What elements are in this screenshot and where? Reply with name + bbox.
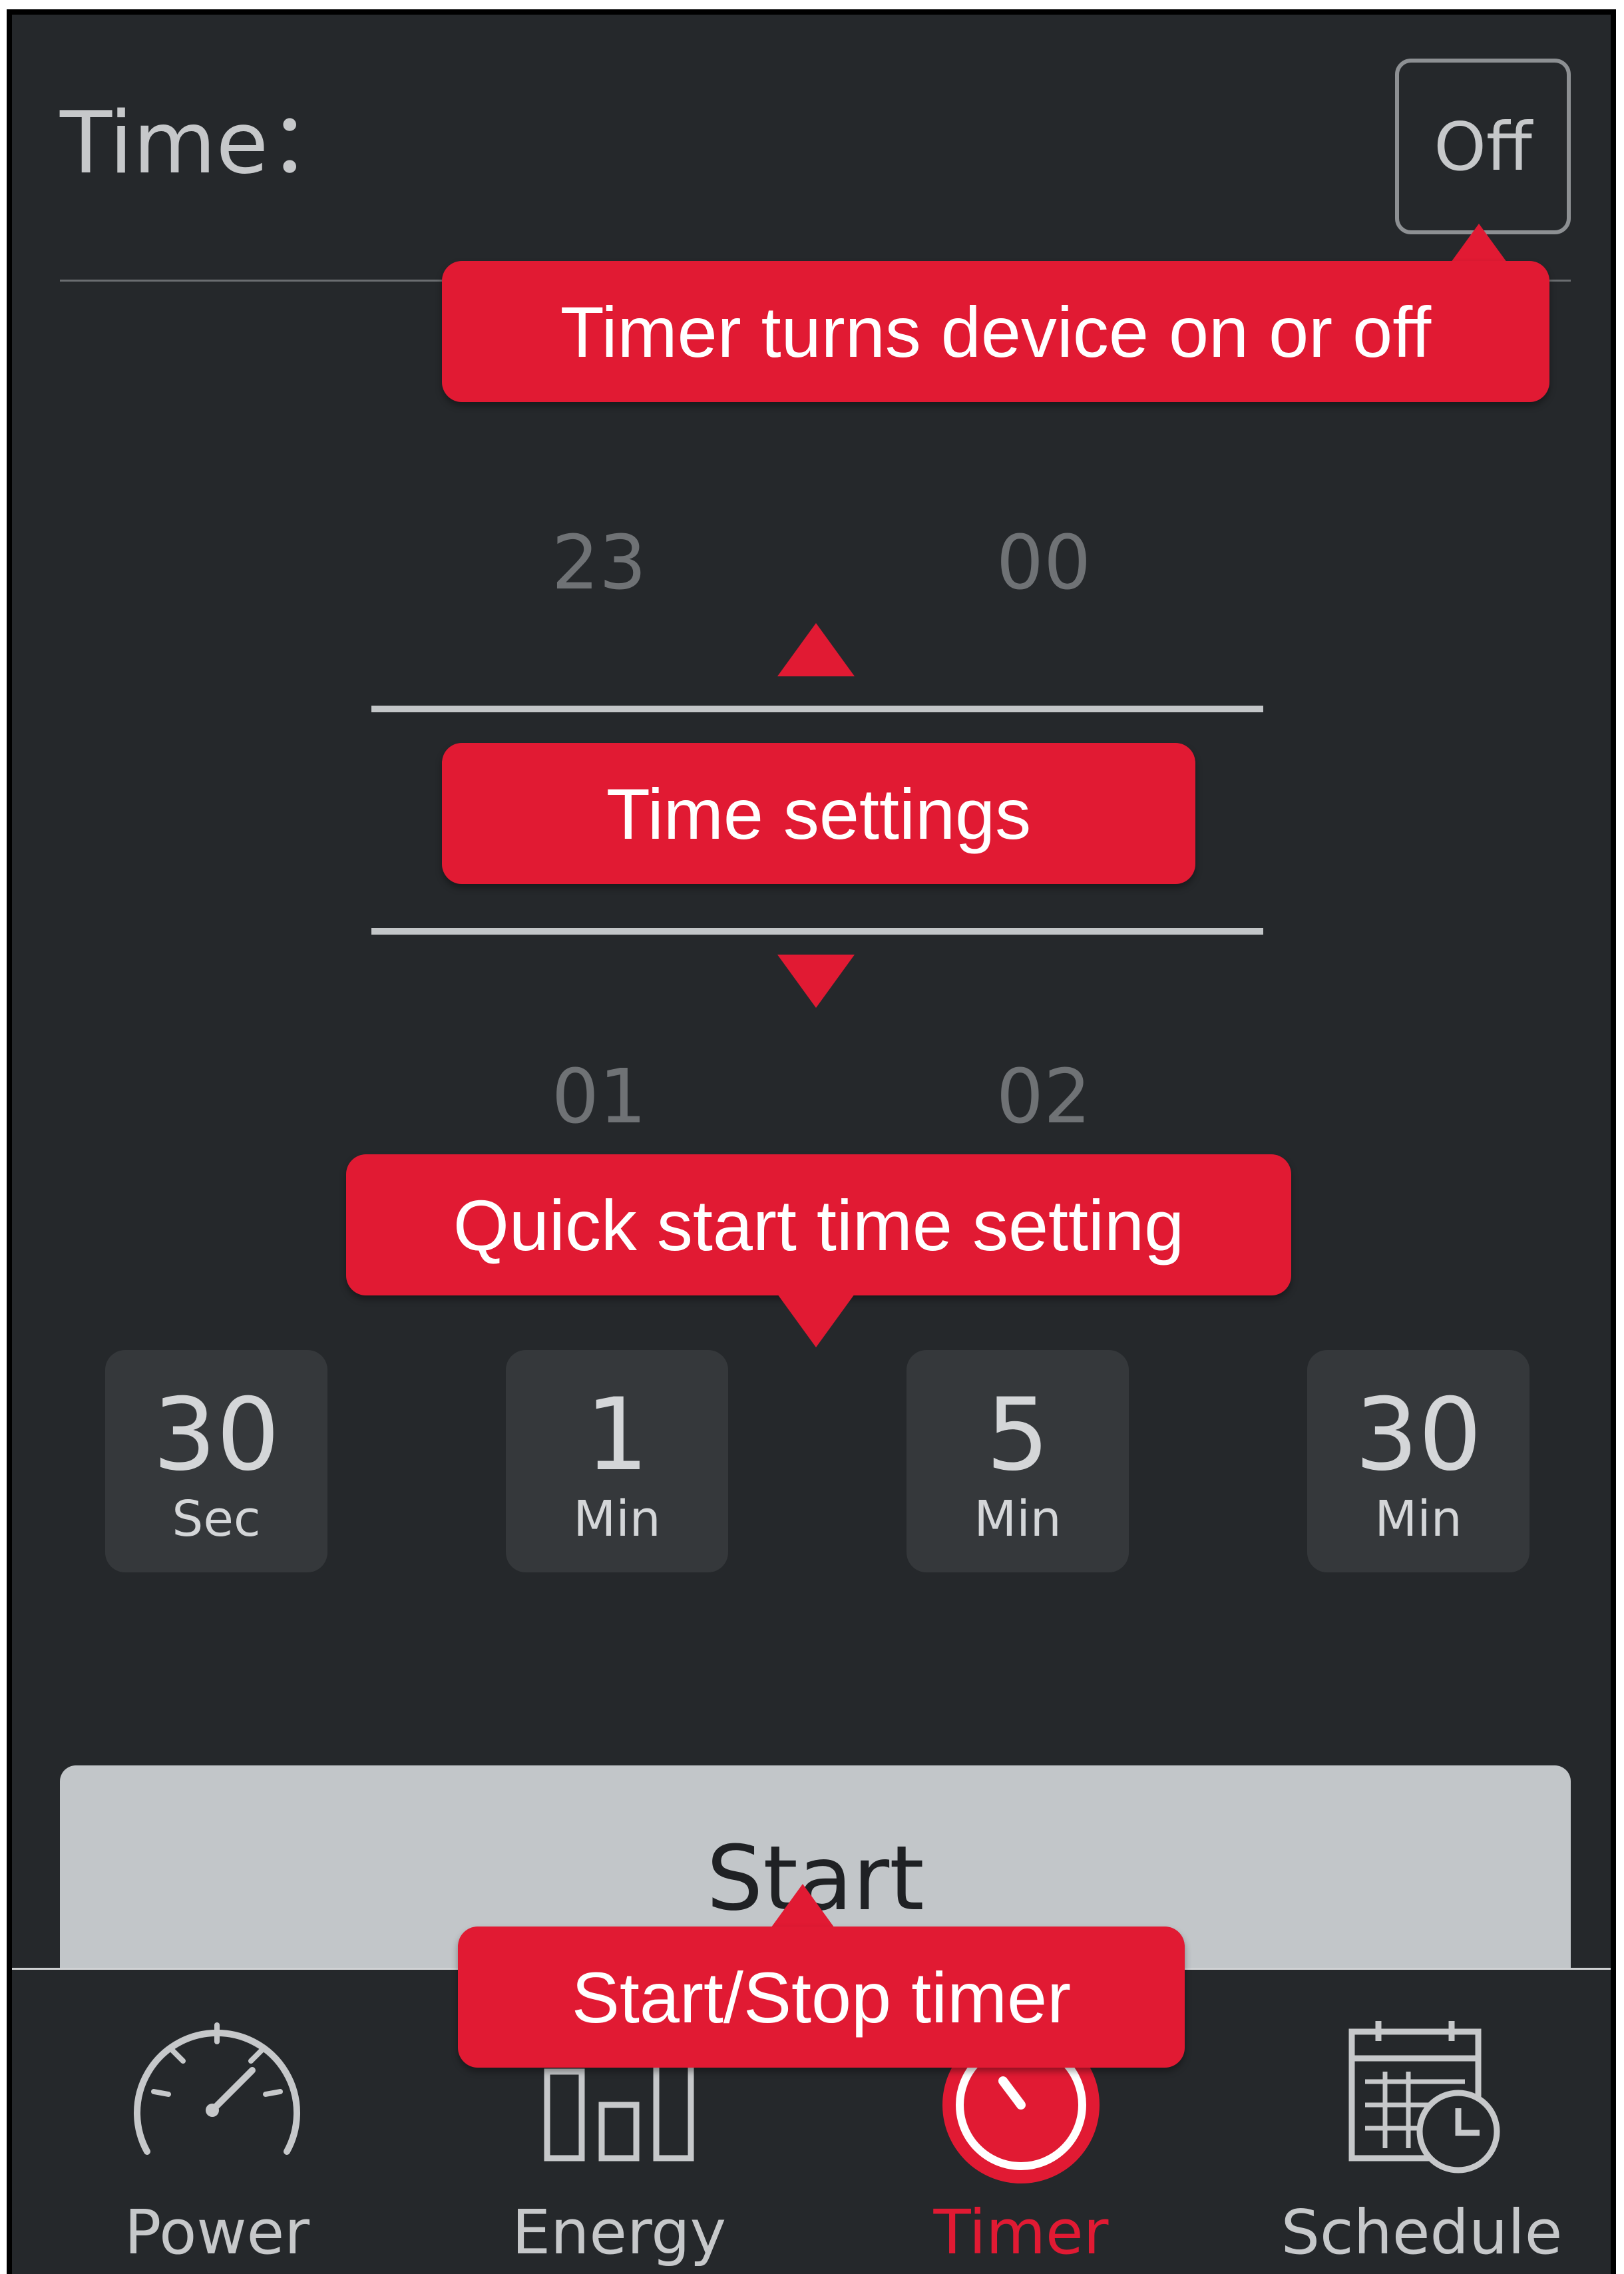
speedometer-icon — [134, 2022, 300, 2155]
quick-30-sec-button[interactable]: 30 Sec — [105, 1350, 327, 1572]
hour-above[interactable]: 23 — [512, 526, 686, 600]
quick-value: 30 — [152, 1377, 280, 1493]
quick-1-min-button[interactable]: 1 Min — [506, 1350, 728, 1572]
quick-unit: Sec — [172, 1490, 261, 1548]
callout-time-settings: Time settings — [442, 743, 1195, 884]
quick-unit: Min — [1374, 1490, 1462, 1548]
quick-30-min-button[interactable]: 30 Min — [1307, 1350, 1529, 1572]
quick-value: 1 — [585, 1377, 649, 1493]
minute-above[interactable]: 00 — [957, 526, 1130, 600]
nav-item-schedule[interactable]: Schedule — [1222, 1985, 1611, 2274]
quick-5-min-button[interactable]: 5 Min — [907, 1350, 1129, 1572]
picker-top-line — [371, 706, 1263, 712]
nav-label-power: Power — [124, 2197, 310, 2268]
callout-timer-toggle: Timer turns device on or off — [442, 261, 1549, 402]
quick-unit: Min — [974, 1490, 1062, 1548]
timer-screen: Time： Off 23 00 01 02 30 Sec 1 Min 5 Min… — [7, 9, 1616, 2274]
picker-bottom-line — [371, 928, 1263, 935]
callout-start-stop: Start/Stop timer — [458, 1927, 1185, 2068]
minute-below[interactable]: 02 — [957, 1060, 1130, 1134]
nav-label-energy: Energy — [511, 2197, 727, 2268]
timer-off-toggle[interactable]: Off — [1395, 59, 1571, 234]
nav-label-timer: Timer — [933, 2197, 1109, 2268]
off-toggle-label: Off — [1434, 107, 1532, 186]
hour-below[interactable]: 01 — [512, 1060, 686, 1134]
callout-quick-start: Quick start time setting — [346, 1154, 1291, 1295]
nav-label-schedule: Schedule — [1281, 2197, 1563, 2268]
callout-pointer — [777, 1294, 855, 1347]
quick-value: 30 — [1354, 1377, 1482, 1493]
callout-pointer — [777, 623, 855, 676]
quick-unit: Min — [573, 1490, 661, 1548]
time-label: Time： — [60, 94, 354, 193]
quick-value: 5 — [986, 1377, 1050, 1493]
calendar-clock-icon — [1348, 2021, 1500, 2173]
callout-pointer — [777, 955, 855, 1008]
nav-item-power[interactable]: Power — [17, 1985, 417, 2274]
